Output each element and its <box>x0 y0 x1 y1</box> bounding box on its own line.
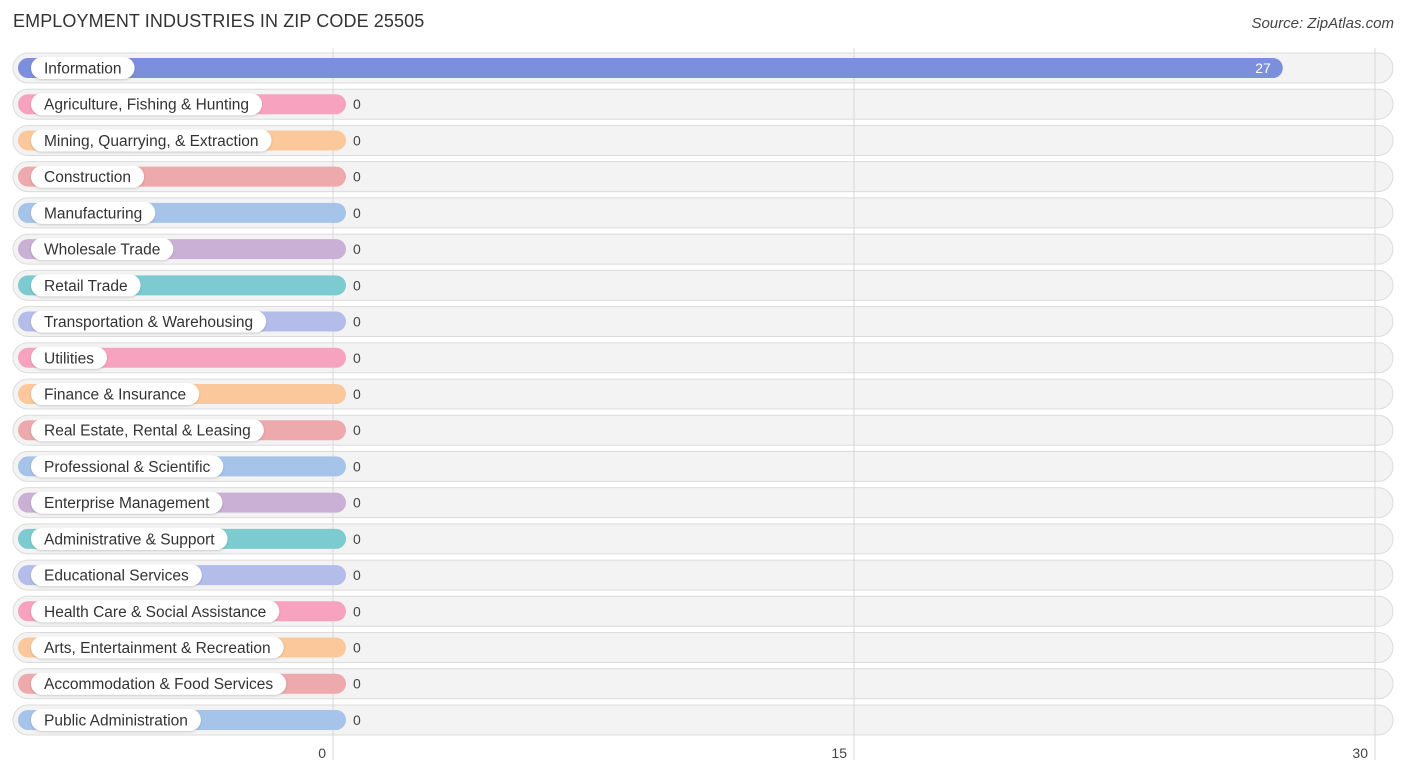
bar-row: Transportation & Warehousing 0 <box>18 310 361 333</box>
category-label: Professional & Scientific <box>44 459 211 476</box>
bar-row: Educational Services 0 <box>18 564 361 587</box>
value-label: 0 <box>353 712 361 728</box>
bar-row: Construction 0 <box>18 165 361 188</box>
category-label: Arts, Entertainment & Recreation <box>44 640 271 657</box>
bar-row: Public Administration 0 <box>18 708 361 731</box>
category-label: Information <box>44 61 122 78</box>
category-label: Accommodation & Food Services <box>44 676 273 693</box>
bar-row: Utilities 0 <box>18 346 361 369</box>
x-tick-label: 15 <box>831 745 847 761</box>
category-label: Finance & Insurance <box>44 386 186 403</box>
category-label: Wholesale Trade <box>44 242 160 259</box>
bar-row: Mining, Quarrying, & Extraction 0 <box>18 129 361 152</box>
category-label: Construction <box>44 169 131 186</box>
category-label: Administrative & Support <box>44 531 215 548</box>
category-label: Real Estate, Rental & Leasing <box>44 423 251 440</box>
value-label: 0 <box>353 458 361 474</box>
bar-row: Information 27 <box>18 57 1283 79</box>
category-label: Manufacturing <box>44 205 142 222</box>
value-label: 0 <box>353 132 361 148</box>
category-label: Public Administration <box>44 712 188 729</box>
value-label: 0 <box>353 241 361 257</box>
bar <box>18 58 1283 78</box>
value-label: 0 <box>353 640 361 656</box>
value-label: 0 <box>353 567 361 583</box>
value-label: 27 <box>1255 60 1271 76</box>
bar-row: Manufacturing 0 <box>18 201 361 224</box>
bar-chart: Information 27 Agriculture, Fishing & Hunt… <box>12 48 1394 761</box>
bar-row: Accommodation & Food Services 0 <box>18 672 361 695</box>
category-label: Enterprise Management <box>44 495 210 512</box>
bar-row: Finance & Insurance 0 <box>18 382 361 405</box>
bar-row: Enterprise Management 0 <box>18 491 361 514</box>
bar-row: Real Estate, Rental & Leasing 0 <box>18 419 361 442</box>
value-label: 0 <box>353 603 361 619</box>
bar-row: Arts, Entertainment & Recreation 0 <box>18 636 361 659</box>
category-label: Health Care & Social Assistance <box>44 604 266 621</box>
x-tick-label: 30 <box>1352 745 1368 761</box>
value-label: 0 <box>353 205 361 221</box>
category-label: Mining, Quarrying, & Extraction <box>44 133 259 150</box>
bar-row: Wholesale Trade 0 <box>18 238 361 261</box>
value-label: 0 <box>353 350 361 366</box>
value-label: 0 <box>353 169 361 185</box>
category-label: Utilities <box>44 350 94 367</box>
bar-row: Agriculture, Fishing & Hunting 0 <box>18 93 361 116</box>
bar-row: Professional & Scientific 0 <box>18 455 361 478</box>
category-label: Agriculture, Fishing & Hunting <box>44 97 249 114</box>
value-label: 0 <box>353 495 361 511</box>
value-label: 0 <box>353 96 361 112</box>
value-label: 0 <box>353 277 361 293</box>
value-label: 0 <box>353 386 361 402</box>
value-label: 0 <box>353 422 361 438</box>
bar-row: Health Care & Social Assistance 0 <box>18 600 361 623</box>
value-label: 0 <box>353 314 361 330</box>
x-tick-label: 0 <box>318 745 326 761</box>
value-label: 0 <box>353 676 361 692</box>
value-label: 0 <box>353 531 361 547</box>
category-label: Transportation & Warehousing <box>44 314 253 331</box>
x-axis: 0 15 30 <box>318 745 1368 761</box>
bar-row: Retail Trade 0 <box>18 274 361 297</box>
bar-row: Administrative & Support 0 <box>18 527 361 550</box>
category-label: Educational Services <box>44 568 189 585</box>
category-label: Retail Trade <box>44 278 128 295</box>
